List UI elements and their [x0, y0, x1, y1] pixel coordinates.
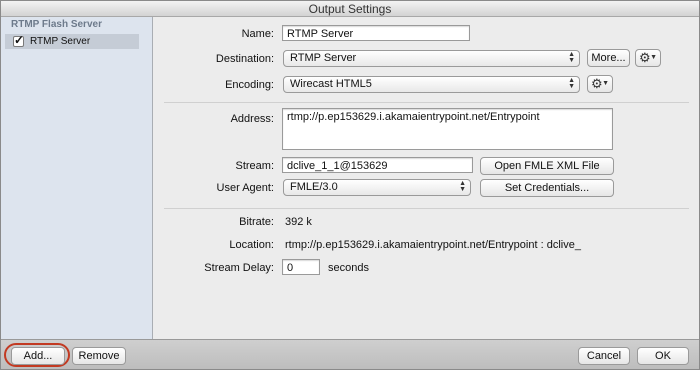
stream-field[interactable]: dclive_1_1@153629: [282, 157, 473, 173]
updown-arrows-icon: ▲ ▼: [568, 77, 575, 90]
chevron-down-icon: ▼: [602, 80, 609, 87]
user-agent-value: FMLE/3.0: [290, 181, 338, 193]
updown-arrows-icon: ▲ ▼: [568, 51, 575, 64]
destination-select[interactable]: RTMP Server ▲ ▼: [283, 50, 580, 67]
updown-arrows-icon: ▲ ▼: [459, 180, 466, 193]
output-settings-window: Output Settings RTMP Flash Server ✓ RTMP…: [0, 0, 700, 370]
gear-icon: ⚙: [639, 50, 651, 65]
window-title: Output Settings: [308, 2, 392, 16]
stream-delay-label: Stream Delay:: [204, 262, 274, 274]
cancel-button[interactable]: Cancel: [578, 347, 630, 365]
destination-value: RTMP Server: [290, 52, 357, 64]
set-credentials-button[interactable]: Set Credentials...: [480, 179, 614, 197]
settings-form: Name: RTMP Server Destination: RTMP Serv…: [154, 17, 699, 339]
location-label: Location:: [229, 239, 274, 251]
user-agent-label: User Agent:: [216, 182, 274, 194]
encoding-gear-button[interactable]: ⚙ ▼: [587, 75, 613, 93]
checkmark-icon: ✓: [14, 33, 25, 47]
sidebar-item-rtmp-server[interactable]: ✓ RTMP Server: [5, 33, 139, 49]
chevron-down-icon: ▼: [650, 54, 657, 61]
location-value: rtmp://p.ep153629.i.akamaientrypoint.net…: [285, 239, 581, 251]
open-fmle-xml-button[interactable]: Open FMLE XML File: [480, 157, 614, 175]
gear-icon: ⚙: [591, 76, 603, 91]
separator: [164, 102, 689, 103]
destination-label: Destination:: [215, 53, 274, 65]
remove-button[interactable]: Remove: [72, 347, 126, 365]
stream-delay-field[interactable]: 0: [282, 259, 320, 275]
bitrate-value: 392 k: [285, 216, 312, 228]
bitrate-label: Bitrate:: [239, 216, 274, 228]
stream-label: Stream:: [235, 160, 274, 172]
add-button[interactable]: Add...: [11, 347, 65, 365]
sidebar: RTMP Flash Server ✓ RTMP Server: [1, 17, 153, 339]
user-agent-select[interactable]: FMLE/3.0 ▲ ▼: [283, 179, 471, 196]
sidebar-group-header: RTMP Flash Server: [11, 19, 102, 30]
more-button[interactable]: More...: [587, 49, 630, 67]
encoding-value: Wirecast HTML5: [290, 78, 372, 90]
enable-checkbox[interactable]: ✓: [13, 33, 25, 47]
ok-button[interactable]: OK: [637, 347, 689, 365]
title-bar: Output Settings: [1, 1, 699, 17]
encoding-select[interactable]: Wirecast HTML5 ▲ ▼: [283, 76, 580, 93]
stream-delay-unit: seconds: [328, 262, 369, 274]
destination-gear-button[interactable]: ⚙ ▼: [635, 49, 661, 67]
name-field[interactable]: RTMP Server: [282, 25, 470, 41]
encoding-label: Encoding:: [225, 79, 274, 91]
address-field[interactable]: rtmp://p.ep153629.i.akamaientrypoint.net…: [282, 108, 613, 150]
bottom-bar: Add... Remove Cancel OK: [1, 339, 699, 369]
name-label: Name:: [241, 28, 274, 40]
separator: [164, 208, 689, 209]
address-label: Address:: [230, 113, 274, 125]
sidebar-item-label: RTMP Server: [30, 36, 91, 47]
